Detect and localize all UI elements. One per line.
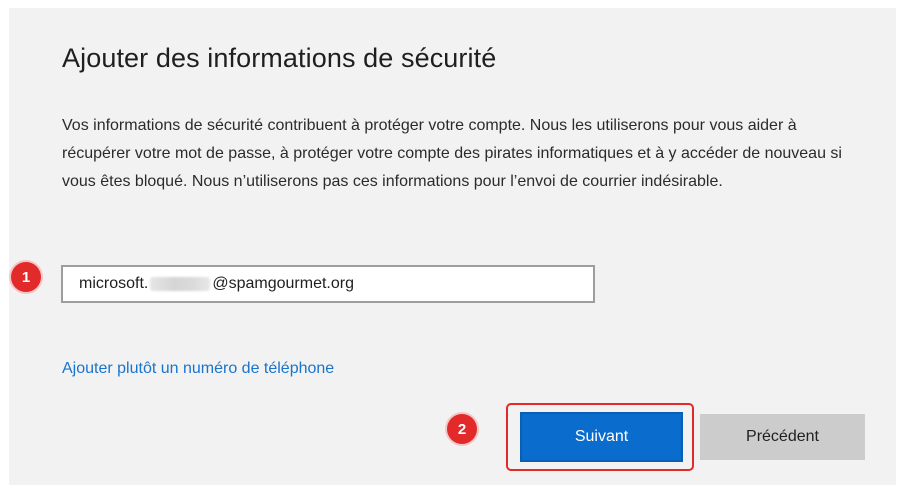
back-button[interactable]: Précédent xyxy=(700,414,865,460)
email-prefix: microsoft. xyxy=(79,275,149,292)
email-suffix: @spamgourmet.org xyxy=(212,275,354,292)
step-2-badge: 2 xyxy=(447,414,477,444)
security-info-panel: Ajouter des informations de sécurité Vos… xyxy=(9,8,896,485)
page-title: Ajouter des informations de sécurité xyxy=(62,43,497,73)
redacted-email-segment xyxy=(150,277,211,291)
next-button[interactable]: Suivant xyxy=(520,412,683,462)
security-info-description: Vos informations de sécurité contribuent… xyxy=(62,117,842,190)
email-field[interactable]: microsoft. @spamgourmet.org xyxy=(61,265,595,303)
step-1-badge: 1 xyxy=(11,262,41,292)
add-phone-number-link[interactable]: Ajouter plutôt un numéro de téléphone xyxy=(62,360,334,378)
